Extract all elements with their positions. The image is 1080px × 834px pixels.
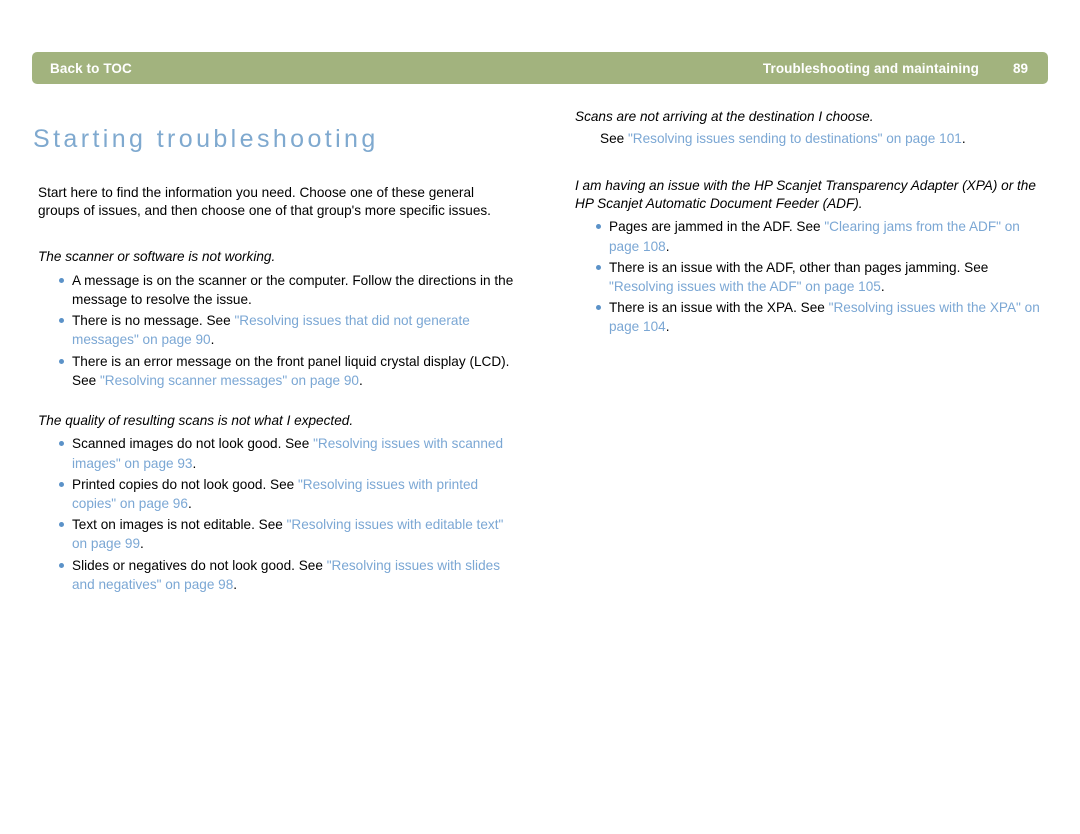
list-item: There is an issue with the XPA. See "Res… bbox=[575, 298, 1047, 336]
list-item: Scanned images do not look good. See "Re… bbox=[38, 434, 514, 472]
list-item: A message is on the scanner or the compu… bbox=[38, 271, 514, 309]
bullet-text-tail: . bbox=[665, 238, 670, 254]
section-heading: The scanner or software is not working. bbox=[38, 249, 276, 265]
list-item: Text on images is not editable. See "Res… bbox=[38, 515, 514, 553]
cross-reference-link[interactable]: "Resolving issues with the ADF" on page … bbox=[609, 279, 881, 294]
bullet-text: There is an issue with the XPA. See bbox=[609, 300, 829, 316]
bullet-text: There is no message. See bbox=[72, 313, 235, 329]
bullet-list: Pages are jammed in the ADF. See "Cleari… bbox=[575, 217, 1047, 336]
bullet-text-tail: . bbox=[210, 332, 215, 348]
list-item: There is no message. See "Resolving issu… bbox=[38, 311, 514, 349]
right-column: Scans are not arriving at the destinatio… bbox=[575, 108, 1047, 339]
header-right-group: Troubleshooting and maintaining 89 bbox=[763, 61, 1048, 76]
section-heading: Scans are not arriving at the destinatio… bbox=[575, 109, 874, 124]
bullet-text-tail: . bbox=[140, 536, 144, 552]
header-section-title: Troubleshooting and maintaining bbox=[762, 60, 979, 76]
list-item: There is an issue with the ADF, other th… bbox=[575, 258, 1047, 296]
bullet-text: Scanned images do not look good. See bbox=[72, 436, 314, 452]
bullet-text: Printed copies do not look good. See bbox=[72, 476, 298, 492]
bullet-list: Scanned images do not look good. See "Re… bbox=[38, 434, 514, 594]
bullet-text-tail: . bbox=[880, 279, 885, 295]
bullet-text: Slides or negatives do not look good. Se… bbox=[72, 557, 327, 573]
page-header-bar: Back to TOC Troubleshooting and maintain… bbox=[32, 52, 1048, 84]
bullet-text: Pages are jammed in the ADF. See bbox=[609, 219, 825, 235]
see-reference-line: See "Resolving issues sending to destina… bbox=[575, 129, 1047, 148]
back-to-toc-link[interactable]: Back to TOC bbox=[50, 61, 132, 76]
cross-reference-link[interactable]: "Resolving issues sending to destination… bbox=[628, 131, 962, 146]
section-scanner-software: The scanner or software is not working. … bbox=[38, 248, 514, 390]
cross-reference-link[interactable]: "Resolving scanner messages" on page 90 bbox=[100, 373, 359, 388]
bullet-text-tail: . bbox=[192, 455, 197, 471]
bullet-text-tail: . bbox=[359, 372, 363, 388]
bullet-text-tail: . bbox=[233, 576, 238, 592]
bullet-text-tail: . bbox=[187, 496, 192, 512]
intro-paragraph: Start here to find the information you n… bbox=[38, 185, 491, 219]
list-item: Pages are jammed in the ADF. See "Cleari… bbox=[575, 217, 1047, 255]
bullet-text: Text on images is not editable. See bbox=[72, 517, 287, 533]
bullet-list: A message is on the scanner or the compu… bbox=[38, 271, 514, 390]
list-item: Printed copies do not look good. See "Re… bbox=[38, 475, 514, 513]
see-text-tail: . bbox=[961, 131, 966, 147]
list-item: Slides or negatives do not look good. Se… bbox=[38, 556, 514, 594]
section-scan-quality: The quality of resulting scans is not wh… bbox=[38, 412, 514, 594]
section-heading: I am having an issue with the HP Scanjet… bbox=[575, 177, 1036, 212]
bullet-text-tail: . bbox=[665, 319, 670, 335]
left-column: Start here to find the information you n… bbox=[38, 184, 514, 596]
header-page-number: 89 bbox=[1012, 60, 1028, 76]
section-xpa-adf: I am having an issue with the HP Scanjet… bbox=[575, 177, 1047, 337]
bullet-text: There is an issue with the ADF, other th… bbox=[609, 259, 989, 275]
page-title: Starting troubleshooting bbox=[33, 124, 379, 153]
bullet-text: A message is on the scanner or the compu… bbox=[72, 272, 514, 308]
section-scan-destinations: Scans are not arriving at the destinatio… bbox=[575, 108, 1047, 149]
list-item: There is an error message on the front p… bbox=[38, 352, 514, 390]
section-heading: The quality of resulting scans is not wh… bbox=[38, 413, 354, 429]
see-text: See bbox=[600, 131, 628, 147]
